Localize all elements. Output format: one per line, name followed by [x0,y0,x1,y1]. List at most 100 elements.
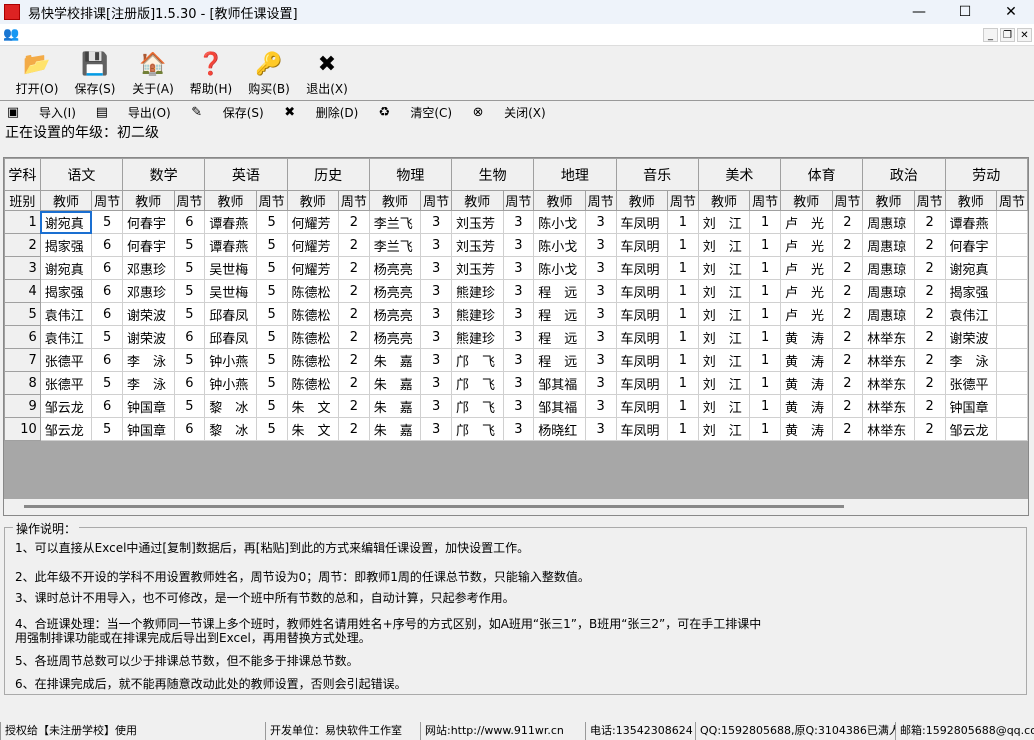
hours-cell[interactable]: 3 [420,394,452,418]
teacher-cell[interactable]: 刘玉芳 [451,233,504,257]
teacher-cell[interactable]: 熊建珍 [451,325,504,349]
teacher-cell[interactable]: 卢 光 [780,233,833,257]
teacher-cell[interactable]: 程 远 [533,302,586,326]
teacher-cell[interactable]: 陈小戈 [533,210,586,234]
teacher-cell[interactable]: 邹云龙 [39,394,93,418]
horizontal-scrollbar[interactable] [4,499,1028,515]
hours-cell[interactable]: 3 [420,256,452,280]
hours-cell[interactable]: 5 [255,417,288,441]
teacher-cell[interactable]: 邹其福 [533,394,586,418]
teacher-cell[interactable]: 朱 嘉 [368,371,422,395]
teacher-cell[interactable]: 杨亮亮 [368,302,422,326]
teacher-cell[interactable]: 卢 光 [780,256,833,280]
hours-cell[interactable]: 1 [749,325,781,349]
hours-cell[interactable]: 5 [255,394,288,418]
subject-header[interactable]: 体育 [779,158,864,191]
teacher-cell[interactable]: 谢荣波 [122,325,175,349]
hours-cell[interactable]: 2 [913,417,946,441]
hours-cell[interactable]: 2 [338,371,370,395]
hours-cell[interactable]: 3 [502,210,535,234]
hours-cell[interactable]: 3 [502,417,535,441]
teacher-cell[interactable]: 刘玉芳 [451,256,504,280]
teacher-cell[interactable]: 刘 江 [697,302,751,326]
save-button[interactable]: 💾 保存(S) [66,46,124,100]
teacher-cell[interactable]: 朱 文 [286,417,339,441]
about-button[interactable]: 🏠 关于(A) [124,46,182,100]
teacher-cell[interactable]: 钟小燕 [204,371,257,395]
teacher-cell[interactable]: 李 泳 [122,371,175,395]
teacher-cell[interactable]: 揭家强 [39,279,93,303]
hours-cell[interactable]: 6 [91,233,123,257]
hours-cell[interactable]: 1 [749,348,781,372]
hours-cell[interactable]: 5 [91,325,123,349]
teacher-cell[interactable]: 陈德松 [286,325,339,349]
hours-cell[interactable]: 5 [255,256,288,280]
hours-cell[interactable]: 5 [91,371,123,395]
hours-cell[interactable]: 3 [502,325,535,349]
teacher-cell[interactable]: 钟国章 [122,417,175,441]
save-button[interactable]: 保存(S) [223,104,264,121]
hours-cell[interactable] [996,348,1028,372]
hours-cell[interactable]: 2 [831,302,864,326]
hours-cell[interactable]: 1 [667,302,699,326]
teacher-cell[interactable]: 吴世梅 [204,256,257,280]
hours-cell[interactable]: 2 [831,348,864,372]
hours-cell[interactable] [996,417,1028,441]
teacher-cell[interactable]: 周惠琼 [862,233,915,257]
teacher-cell[interactable]: 陈德松 [286,302,339,326]
hours-cell[interactable]: 6 [91,394,123,418]
subject-header[interactable]: 政治 [862,158,946,191]
hours-cell[interactable]: 3 [502,394,535,418]
subject-header[interactable]: 历史 [286,158,370,191]
teacher-cell[interactable]: 谢宛真 [39,210,93,234]
teacher-cell[interactable]: 周惠琼 [862,279,915,303]
subject-header[interactable]: 劳动 [944,158,1028,191]
hours-cell[interactable]: 3 [420,210,452,234]
import-button[interactable]: 导入(I) [39,104,76,121]
teacher-cell[interactable]: 谢宛真 [944,256,997,280]
hours-cell[interactable]: 5 [173,256,206,280]
teacher-cell[interactable]: 林举东 [862,325,915,349]
teacher-cell[interactable]: 何耀芳 [286,233,339,257]
mdi-close-button[interactable]: ✕ [1017,27,1032,42]
teacher-cell[interactable]: 张德平 [39,348,93,372]
hours-cell[interactable]: 3 [420,417,452,441]
teacher-cell[interactable]: 何耀芳 [286,210,339,234]
teacher-cell[interactable]: 朱 嘉 [368,348,422,372]
hours-cell[interactable]: 3 [420,233,452,257]
hours-cell[interactable]: 2 [913,348,946,372]
teacher-cell[interactable]: 陈德松 [286,279,339,303]
subject-header[interactable]: 英语 [204,158,288,191]
hours-cell[interactable]: 3 [584,256,617,280]
teacher-cell[interactable]: 谢荣波 [944,325,997,349]
teacher-cell[interactable]: 黎 冰 [204,394,257,418]
teacher-cell[interactable]: 林举东 [862,394,915,418]
teacher-cell[interactable]: 谢宛真 [39,256,93,280]
teacher-cell[interactable]: 车凤明 [615,302,668,326]
teacher-cell[interactable]: 邝 飞 [451,371,504,395]
hours-cell[interactable] [996,256,1028,280]
teacher-cell[interactable]: 袁伟江 [39,325,93,349]
hours-cell[interactable]: 2 [338,394,370,418]
hours-cell[interactable]: 1 [749,279,781,303]
hours-cell[interactable]: 6 [91,302,123,326]
teacher-cell[interactable]: 陈德松 [286,348,339,372]
hours-cell[interactable]: 1 [749,233,781,257]
hours-cell[interactable]: 1 [667,348,699,372]
teacher-cell[interactable]: 陈小戈 [533,256,586,280]
subject-header[interactable]: 数学 [121,158,206,191]
teacher-cell[interactable]: 熊建珍 [451,302,504,326]
teacher-cell[interactable]: 刘 江 [697,279,751,303]
hours-cell[interactable]: 6 [91,279,123,303]
teacher-cell[interactable]: 邹其福 [533,371,586,395]
hours-cell[interactable]: 3 [502,348,535,372]
teacher-cell[interactable]: 张德平 [39,371,93,395]
hours-cell[interactable]: 6 [173,417,206,441]
hours-cell[interactable]: 3 [584,371,617,395]
scrollbar-thumb[interactable] [24,505,844,508]
teacher-cell[interactable]: 林举东 [862,417,915,441]
teacher-cell[interactable]: 车凤明 [615,394,668,418]
teacher-cell[interactable]: 谭春燕 [204,233,257,257]
hours-cell[interactable]: 1 [667,256,699,280]
hours-cell[interactable]: 1 [667,325,699,349]
